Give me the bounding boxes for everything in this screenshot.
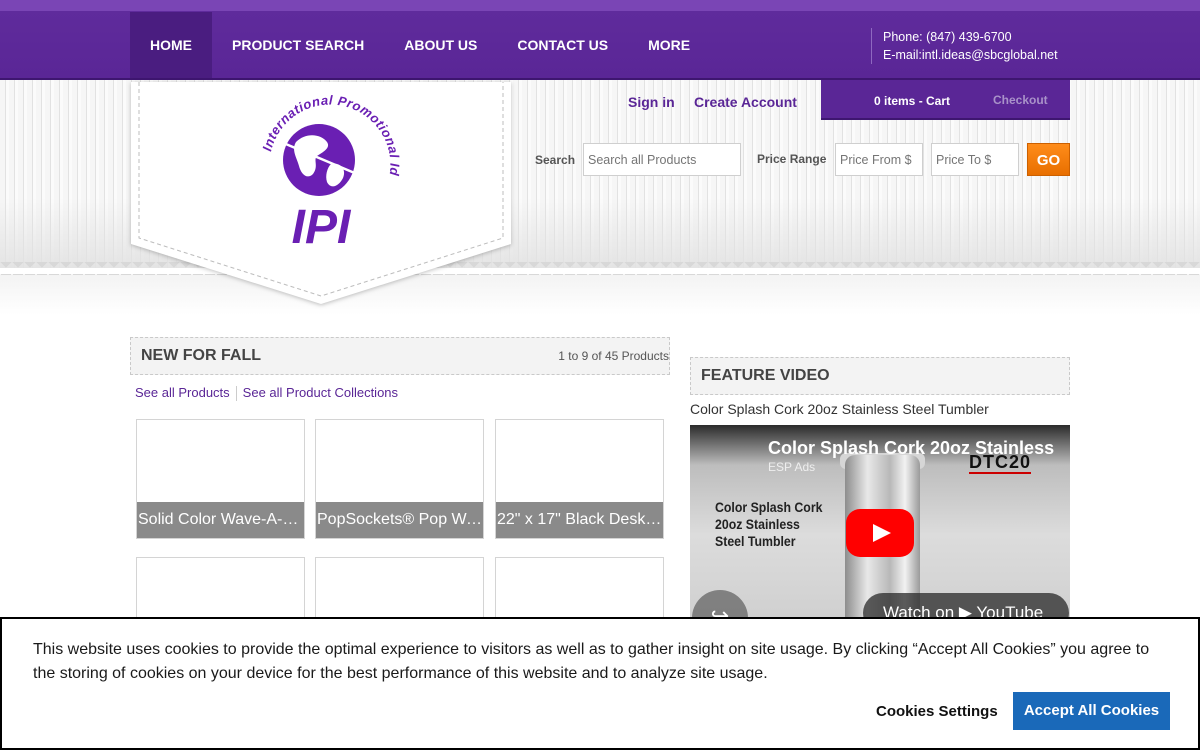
logo-banner[interactable]: International Promotional Ideas IPI — [131, 82, 511, 304]
contact-phone: Phone: (847) 439-6700 — [883, 30, 1012, 44]
feature-video-header: FEATURE VIDEO — [690, 357, 1070, 395]
product-tile[interactable]: PopSockets® Pop Wallet — [315, 419, 484, 539]
overlay-line: 20oz Stainless — [715, 516, 800, 532]
overlay-text: Color Splash Cork 20oz Stainless Steel T… — [715, 499, 822, 550]
cart-box: 0 items - Cart Checkout — [821, 80, 1070, 120]
cookies-settings-button[interactable]: Cookies Settings — [876, 703, 998, 720]
video-caption: Color Splash Cork 20oz Stainless Steel T… — [690, 401, 989, 417]
price-range-label: Price Range — [757, 152, 827, 166]
new-for-fall-title: NEW FOR FALL — [141, 347, 261, 364]
go-button[interactable]: GO — [1027, 143, 1070, 176]
product-caption: 22" x 17" Black Desk Pad — [496, 502, 663, 538]
create-account-link[interactable]: Create Account — [694, 94, 797, 110]
play-button-icon[interactable] — [846, 509, 914, 557]
sign-in-link[interactable]: Sign in — [628, 94, 675, 110]
cart-link[interactable]: 0 items - Cart — [874, 94, 950, 108]
overlay-line: Color Splash Cork — [715, 499, 823, 515]
product-caption: Solid Color Wave-A-Roo — [137, 502, 304, 538]
search-input[interactable] — [583, 143, 741, 176]
top-nav-bar: HOME PRODUCT SEARCH ABOUT US CONTACT US … — [0, 0, 1200, 80]
nav-product-search[interactable]: PRODUCT SEARCH — [212, 12, 384, 78]
logo-mark: IPI — [292, 201, 352, 254]
product-caption: PopSockets® Pop Wallet — [316, 502, 483, 538]
nav-about-us[interactable]: ABOUT US — [384, 12, 497, 78]
contact-email[interactable]: E-mail:intl.ideas@sbcglobal.net — [883, 46, 1058, 64]
accept-all-cookies-button[interactable]: Accept All Cookies — [1013, 692, 1170, 730]
product-tile[interactable]: Solid Color Wave-A-Roo — [136, 419, 305, 539]
see-all-collections-link[interactable]: See all Product Collections — [243, 385, 398, 401]
feature-video-title: FEATURE VIDEO — [701, 367, 830, 384]
price-to-input[interactable] — [931, 143, 1019, 176]
link-divider — [235, 386, 237, 401]
main-nav: HOME PRODUCT SEARCH ABOUT US CONTACT US … — [130, 12, 710, 78]
overlay-line: Steel Tumbler — [715, 533, 796, 549]
see-all-products-link[interactable]: See all Products — [135, 385, 230, 401]
cookie-banner: This website uses cookies to provide the… — [0, 617, 1200, 750]
video-player[interactable]: Color Splash Cork 20oz Stainless ESP Ads… — [690, 425, 1070, 625]
nav-more[interactable]: MORE — [628, 12, 710, 78]
cookie-text: This website uses cookies to provide the… — [33, 641, 1150, 682]
nav-contact-us[interactable]: CONTACT US — [497, 12, 628, 78]
new-for-fall-header: NEW FOR FALL 1 to 9 of 45 Products — [130, 337, 670, 375]
product-count: 1 to 9 of 45 Products — [558, 349, 669, 363]
price-from-input[interactable] — [835, 143, 923, 176]
nav-home[interactable]: HOME — [130, 12, 212, 78]
overlay-logo: DTC20 — [969, 452, 1032, 474]
product-tile[interactable]: 22" x 17" Black Desk Pad — [495, 419, 664, 539]
player-channel[interactable]: ESP Ads — [768, 460, 815, 474]
checkout-link[interactable]: Checkout — [993, 93, 1048, 107]
contact-info: Phone: (847) 439-6700 E-mail:intl.ideas@… — [871, 28, 1058, 64]
collection-links: See all Products See all Product Collect… — [135, 385, 398, 401]
logo-svg: International Promotional Ideas IPI — [131, 82, 511, 304]
search-label: Search — [535, 153, 576, 167]
